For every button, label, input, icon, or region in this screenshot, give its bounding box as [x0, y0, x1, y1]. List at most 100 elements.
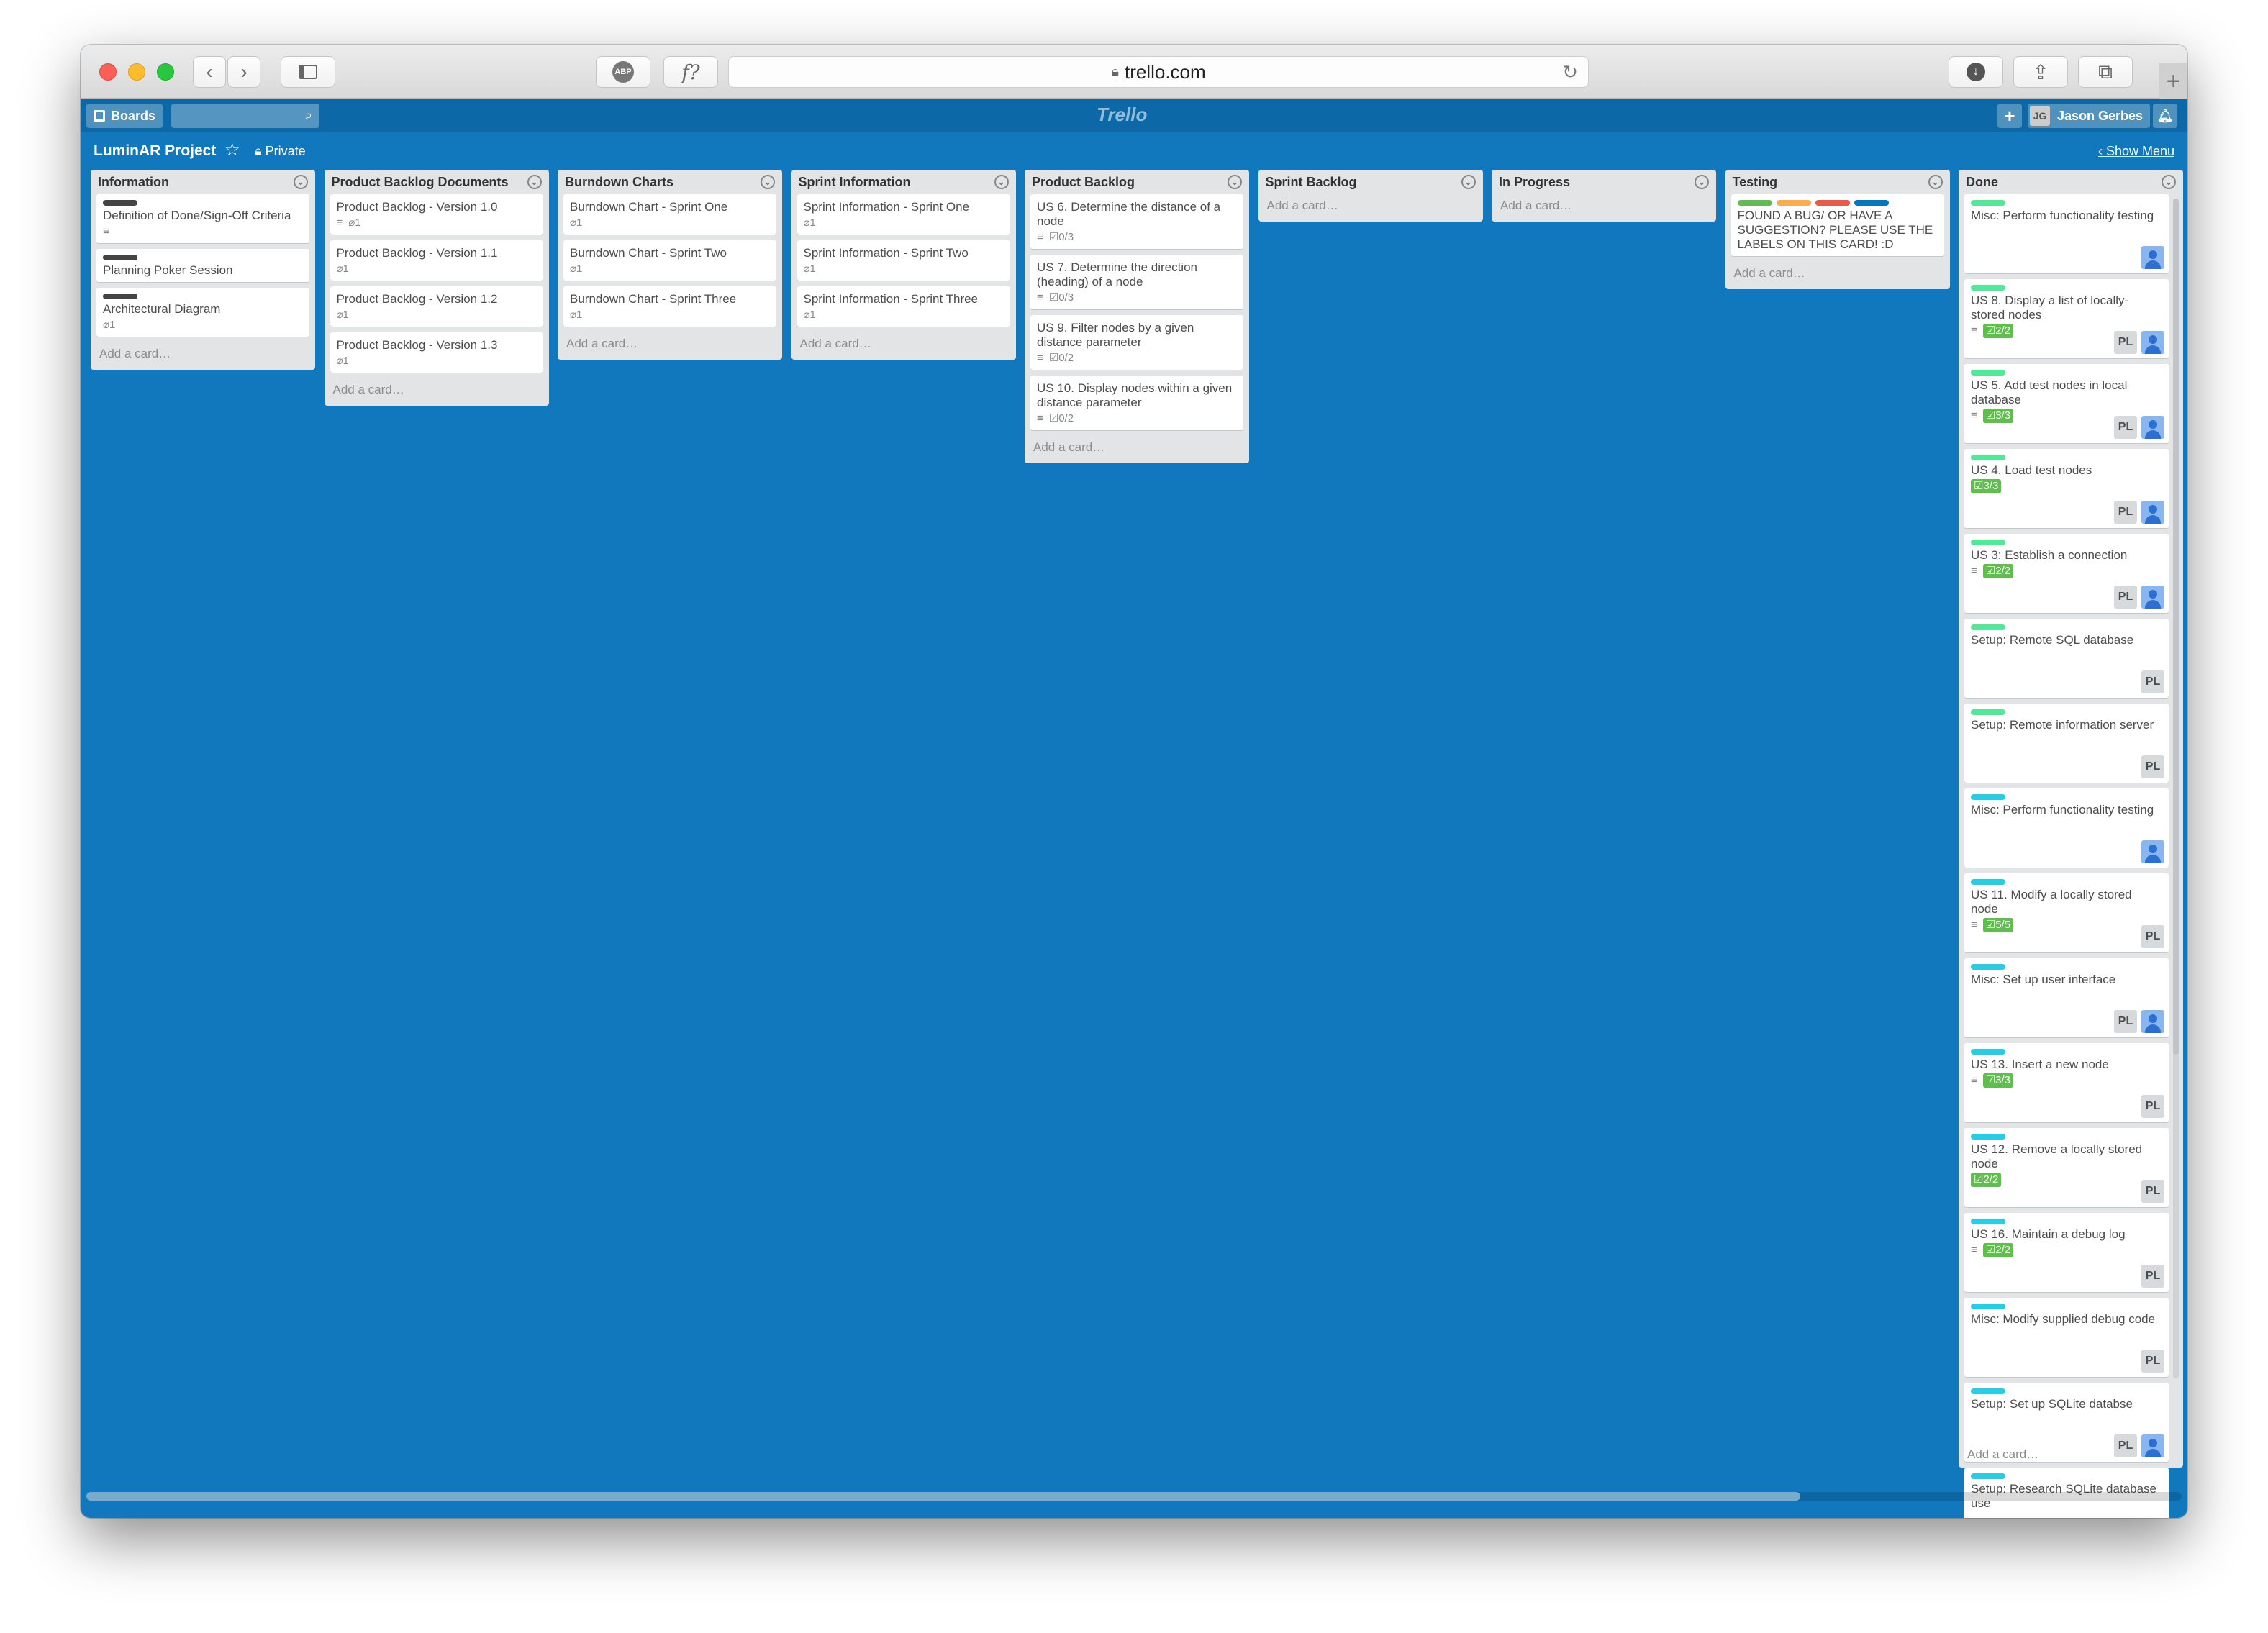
sidebar-button[interactable] — [281, 56, 335, 88]
card[interactable]: Burndown Chart - Sprint One ⌀1 — [563, 194, 776, 235]
list-scrollbar[interactable] — [2173, 199, 2179, 1378]
member-avatar[interactable]: PL — [2141, 1095, 2164, 1118]
card[interactable]: Definition of Done/Sign-Off Criteria ≡ — [96, 194, 309, 243]
member-avatar[interactable]: PL — [2141, 1180, 2164, 1203]
member-avatar[interactable]: PL — [2141, 755, 2164, 778]
list-title[interactable]: Done — [1966, 175, 1998, 190]
scrollbar-thumb[interactable] — [2173, 199, 2179, 1055]
notifications-button[interactable]: 🔔︎ — [2153, 104, 2177, 128]
add-card-button[interactable]: Add a card… — [563, 332, 776, 352]
card[interactable]: Product Backlog - Version 1.3 ⌀1 — [330, 332, 543, 373]
card[interactable]: US 16. Maintain a debug log ≡ ☑2/2 PL — [1964, 1213, 2169, 1292]
tabs-overview-button[interactable]: ⧉ — [2078, 56, 2133, 88]
extension-button[interactable]: f? — [663, 56, 718, 88]
board-title[interactable]: LuminAR Project — [94, 142, 216, 160]
card[interactable]: Product Backlog - Version 1.2 ⌀1 — [330, 286, 543, 327]
card[interactable]: Misc: Perform functionality testing — [1964, 194, 2169, 273]
user-avatar-icon[interactable] — [2141, 501, 2164, 524]
user-avatar-icon[interactable] — [2141, 586, 2164, 609]
list-menu-icon[interactable]: ⌄ — [761, 175, 775, 189]
share-button[interactable]: ⇪ — [2013, 56, 2068, 88]
user-avatar-icon[interactable] — [2141, 1010, 2164, 1033]
list-menu-icon[interactable]: ⌄ — [2162, 175, 2176, 189]
list-menu-icon[interactable]: ⌄ — [1695, 175, 1709, 189]
user-avatar-icon[interactable] — [2141, 246, 2164, 269]
add-card-button[interactable]: Add a card… — [330, 378, 543, 399]
card[interactable]: US 13. Insert a new node ≡ ☑3/3 PL — [1964, 1043, 2169, 1122]
zoom-window-button[interactable] — [157, 63, 174, 81]
list-menu-icon[interactable]: ⌄ — [527, 175, 542, 189]
card[interactable]: Product Backlog - Version 1.1 ⌀1 — [330, 240, 543, 281]
card[interactable]: Sprint Information - Sprint One ⌀1 — [797, 194, 1010, 235]
boards-button[interactable]: Boards — [86, 104, 163, 128]
user-avatar-icon[interactable] — [2141, 331, 2164, 354]
card[interactable]: US 3: Establish a connection ≡ ☑2/2 PL — [1964, 534, 2169, 613]
minimize-window-button[interactable] — [128, 63, 145, 81]
card[interactable]: US 9. Filter nodes by a given distance p… — [1030, 315, 1243, 370]
user-avatar-icon[interactable] — [2141, 416, 2164, 439]
back-button[interactable]: ‹ — [193, 56, 226, 88]
show-menu-link[interactable]: ‹ Show Menu — [2098, 144, 2174, 159]
add-card-button[interactable]: Add a card… — [1964, 1443, 2041, 1463]
member-avatar[interactable]: PL — [2114, 501, 2137, 524]
add-card-button[interactable]: Add a card… — [797, 332, 1010, 352]
card[interactable]: Burndown Chart - Sprint Two ⌀1 — [563, 240, 776, 281]
member-avatar[interactable]: PL — [2114, 586, 2137, 609]
card[interactable]: Sprint Information - Sprint Three ⌀1 — [797, 286, 1010, 327]
member-avatar[interactable]: PL — [2141, 1350, 2164, 1373]
list-title[interactable]: Testing — [1733, 175, 1778, 190]
member-avatar[interactable]: PL — [2114, 416, 2137, 439]
search-input[interactable]: ⌕ — [171, 104, 319, 128]
reload-icon[interactable]: ↻ — [1562, 61, 1578, 83]
card[interactable]: Setup: Remote information server PL — [1964, 704, 2169, 783]
card[interactable]: US 12. Remove a locally stored node ☑2/2 P… — [1964, 1128, 2169, 1207]
list-menu-icon[interactable]: ⌄ — [994, 175, 1009, 189]
card[interactable]: US 5. Add test nodes in local database ≡ ☑… — [1964, 364, 2169, 443]
scrollbar-thumb[interactable] — [86, 1492, 1800, 1501]
adblock-button[interactable]: ABP — [596, 56, 650, 88]
list-title[interactable]: Information — [98, 175, 169, 190]
card[interactable]: FOUND A BUG/ OR HAVE A SUGGESTION? PLEAS… — [1731, 194, 1944, 256]
add-card-button[interactable]: Add a card… — [1731, 262, 1944, 282]
list-menu-icon[interactable]: ⌄ — [1928, 175, 1943, 189]
list-menu-icon[interactable]: ⌄ — [294, 175, 308, 189]
card[interactable]: Misc: Modify supplied debug code PL — [1964, 1298, 2169, 1377]
star-icon[interactable]: ☆ — [224, 140, 240, 160]
member-avatar[interactable]: PL — [2114, 1434, 2137, 1457]
list-title[interactable]: Burndown Charts — [565, 175, 673, 190]
member-avatar[interactable]: PL — [2114, 331, 2137, 354]
close-window-button[interactable] — [99, 63, 117, 81]
add-card-button[interactable]: Add a card… — [96, 342, 309, 363]
card[interactable]: Product Backlog - Version 1.0 ≡ ⌀1 — [330, 194, 543, 235]
member-avatar[interactable]: PL — [2141, 670, 2164, 693]
list-menu-icon[interactable]: ⌄ — [1461, 175, 1476, 189]
card[interactable]: Architectural Diagram ⌀1 — [96, 288, 309, 337]
user-avatar-icon[interactable] — [2141, 840, 2164, 863]
card[interactable]: Burndown Chart - Sprint Three ⌀1 — [563, 286, 776, 327]
member-avatar[interactable]: PL — [2141, 925, 2164, 948]
list-title[interactable]: Sprint Information — [799, 175, 911, 190]
member-avatar[interactable]: PL — [2141, 1265, 2164, 1288]
member-menu-button[interactable]: JG Jason Gerbes — [2028, 104, 2151, 128]
list-title[interactable]: In Progress — [1499, 175, 1570, 190]
add-card-button[interactable]: Add a card… — [1497, 194, 1710, 214]
card[interactable]: US 6. Determine the distance of a node ≡ ☑… — [1030, 194, 1243, 249]
card[interactable]: US 8. Display a list of locally-stored n… — [1964, 279, 2169, 358]
card[interactable]: Setup: Remote SQL database PL — [1964, 619, 2169, 698]
card[interactable]: US 7. Determine the direction (heading) … — [1030, 255, 1243, 309]
list-title[interactable]: Product Backlog — [1032, 175, 1135, 190]
visibility-button[interactable]: 🔒︎ Private — [255, 144, 306, 159]
list-menu-icon[interactable]: ⌄ — [1228, 175, 1242, 189]
list-title[interactable]: Product Backlog Documents — [332, 175, 509, 190]
card[interactable]: Sprint Information - Sprint Two ⌀1 — [797, 240, 1010, 281]
add-card-button[interactable]: Add a card… — [1030, 436, 1243, 456]
horizontal-scrollbar[interactable] — [86, 1492, 2182, 1501]
list-title[interactable]: Sprint Backlog — [1266, 175, 1357, 190]
card[interactable]: Misc: Set up user interface PL — [1964, 958, 2169, 1037]
card[interactable]: Misc: Perform functionality testing — [1964, 788, 2169, 868]
card[interactable]: US 11. Modify a locally stored node ≡ ☑5/5… — [1964, 873, 2169, 952]
member-avatar[interactable]: PL — [2114, 1010, 2137, 1033]
card[interactable]: US 10. Display nodes within a given dist… — [1030, 376, 1243, 430]
address-bar[interactable]: 🔒︎ trello.com ↻ — [728, 56, 1589, 88]
add-button[interactable]: + — [1997, 104, 2022, 128]
